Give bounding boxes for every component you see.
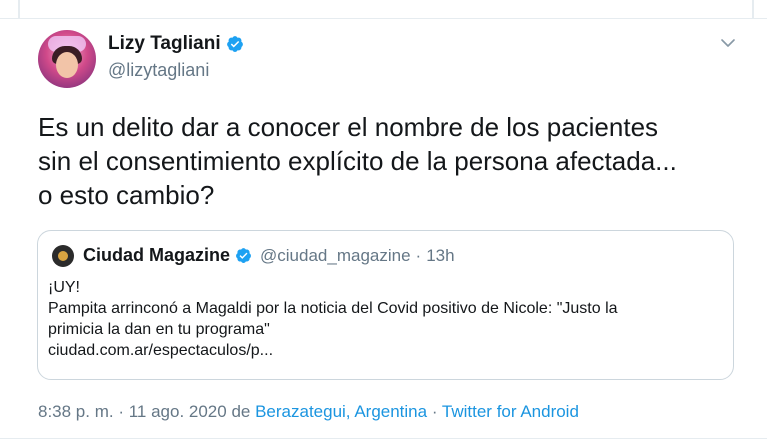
tweet-text-line: Es un delito dar a conocer el nombre de … (38, 112, 659, 142)
quoted-avatar (52, 245, 74, 267)
quoted-text-line: Pampita arrinconó a Magaldi por la notic… (48, 300, 618, 317)
meta-separator: · (427, 402, 442, 421)
thread-divider-right (752, 0, 754, 18)
author-handle[interactable]: @lizytagliani (108, 60, 209, 81)
quoted-author-handle: @ciudad_magazine (260, 245, 411, 265)
bottom-divider (0, 438, 767, 439)
chevron-down-icon[interactable] (719, 34, 737, 52)
tweet-text-line: o esto cambio? (38, 180, 215, 210)
verified-badge-icon (236, 248, 251, 263)
quoted-text-line: ¡UY! (48, 279, 80, 296)
previous-tweet-strip (0, 0, 767, 19)
verified-badge-icon (226, 36, 243, 52)
tweet-text-line: sin el consentimiento explícito de la pe… (38, 146, 677, 176)
quoted-separator: · (415, 245, 422, 265)
quoted-timestamp: 13h (426, 245, 455, 265)
tweet-metadata: 8:38 p. m. · 11 ago. 2020 de Berazategui… (38, 402, 579, 422)
meta-from-label: de (226, 402, 256, 421)
tweet-date[interactable]: 11 ago. 2020 (129, 402, 227, 421)
author-name-row[interactable]: Lizy Tagliani (108, 33, 244, 55)
quoted-link: ciudad.com.ar/espectaculos/p... (48, 342, 274, 359)
quoted-tweet-text: ¡UY! Pampita arrinconó a Magaldi por la … (48, 277, 728, 361)
quoted-text-line: primicia la dan en tu programa" (48, 321, 270, 338)
quoted-header: Ciudad Magazine @ciudad_magazine · 13h (83, 245, 455, 266)
quoted-tweet-card[interactable]: Ciudad Magazine @ciudad_magazine · 13h ¡… (37, 230, 734, 380)
avatar[interactable] (38, 30, 96, 88)
tweet-source-link[interactable]: Twitter for Android (442, 402, 579, 421)
meta-separator: · (113, 402, 129, 421)
author-name[interactable]: Lizy Tagliani (108, 33, 221, 55)
thread-divider-left (18, 0, 20, 18)
tweet-time[interactable]: 8:38 p. m. (38, 402, 114, 421)
quoted-author-name: Ciudad Magazine (83, 245, 231, 265)
tweet-location-link[interactable]: Berazategui, Argentina (255, 402, 427, 421)
avatar-face (56, 52, 78, 78)
tweet-text: Es un delito dar a conocer el nombre de … (38, 110, 738, 212)
